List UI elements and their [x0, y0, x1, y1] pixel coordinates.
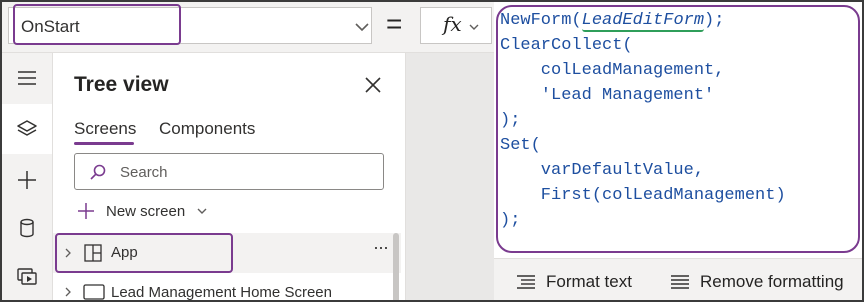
- property-highlight: [13, 4, 181, 45]
- scrollbar[interactable]: [393, 233, 399, 300]
- chevron-down-icon: [197, 208, 207, 214]
- active-tab-indicator: [74, 142, 134, 145]
- layers-icon: [17, 120, 37, 136]
- remove-formatting-button[interactable]: Remove formatting: [670, 272, 844, 292]
- tree-view-button[interactable]: [2, 104, 52, 154]
- fx-button[interactable]: fx: [420, 7, 492, 44]
- media-icon: [17, 268, 37, 285]
- remove-formatting-icon: [671, 275, 689, 289]
- canvas-gutter: [406, 53, 494, 300]
- menu-button[interactable]: [2, 53, 52, 103]
- editor-highlight: [496, 5, 860, 253]
- new-screen-button[interactable]: New screen: [76, 201, 209, 221]
- chevron-right-icon[interactable]: [63, 286, 73, 298]
- search-input[interactable]: Search: [74, 153, 384, 190]
- format-text-icon: [517, 275, 535, 289]
- data-button[interactable]: [2, 203, 52, 253]
- chevron-down-icon: [355, 23, 369, 32]
- close-icon[interactable]: [361, 73, 385, 97]
- tree-view-panel: Tree view Screens Components Search New …: [53, 53, 406, 301]
- new-screen-label: New screen: [106, 202, 186, 220]
- tree-item-label: Lead Management Home Screen: [111, 284, 332, 301]
- database-icon: [20, 218, 34, 238]
- chevron-down-icon: [469, 24, 479, 30]
- tab-components[interactable]: Components: [159, 119, 255, 139]
- tab-screens[interactable]: Screens: [74, 119, 136, 139]
- format-text-button[interactable]: Format text: [516, 272, 632, 292]
- insert-button[interactable]: [2, 155, 52, 205]
- search-icon: [90, 164, 106, 180]
- fx-icon: fx: [443, 12, 462, 36]
- left-rail: [2, 53, 53, 300]
- format-text-label: Format text: [546, 272, 632, 291]
- equals-sign: =: [386, 8, 403, 39]
- remove-formatting-label: Remove formatting: [700, 272, 844, 291]
- plus-icon: [78, 203, 94, 219]
- panel-title: Tree view: [74, 73, 169, 96]
- hamburger-icon: [18, 71, 36, 85]
- app-highlight: [55, 233, 233, 273]
- app-window: OnStart = fx Tree view Screens Component…: [0, 0, 864, 302]
- media-button[interactable]: [2, 251, 52, 300]
- editor-footer: Format text Remove formatting: [494, 258, 862, 300]
- formula-bar: OnStart = fx: [2, 2, 494, 53]
- search-placeholder: Search: [120, 164, 168, 181]
- screen-icon: [83, 284, 105, 300]
- tree-item-app[interactable]: App ···: [53, 233, 401, 273]
- tree-item-screen[interactable]: Lead Management Home Screen: [53, 279, 391, 301]
- more-options-icon[interactable]: ···: [373, 237, 389, 258]
- plus-icon: [18, 171, 36, 189]
